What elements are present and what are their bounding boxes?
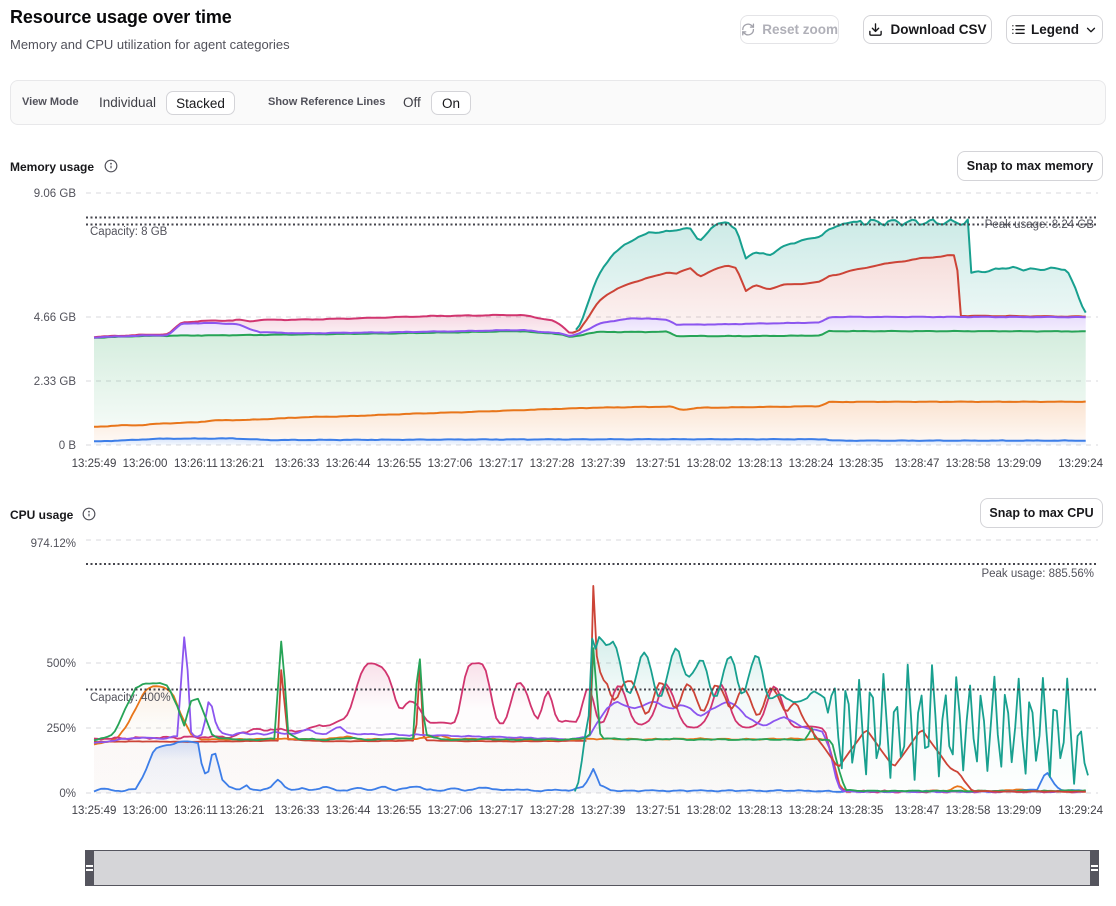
svg-text:13:29:24: 13:29:24 [1058, 805, 1103, 817]
svg-text:13:26:33: 13:26:33 [275, 805, 320, 817]
svg-text:13:29:09: 13:29:09 [997, 805, 1042, 817]
svg-text:13:27:17: 13:27:17 [479, 458, 524, 470]
svg-text:13:28:02: 13:28:02 [687, 805, 732, 817]
svg-text:0 B: 0 B [59, 440, 77, 452]
svg-text:13:28:24: 13:28:24 [789, 458, 834, 470]
svg-text:13:28:47: 13:28:47 [895, 458, 940, 470]
svg-text:13:26:55: 13:26:55 [377, 805, 422, 817]
svg-text:13:28:35: 13:28:35 [839, 458, 884, 470]
svg-text:13:27:28: 13:27:28 [530, 458, 575, 470]
svg-text:13:27:51: 13:27:51 [636, 805, 681, 817]
svg-text:13:27:06: 13:27:06 [428, 458, 473, 470]
svg-text:13:29:24: 13:29:24 [1058, 458, 1103, 470]
svg-text:0%: 0% [59, 788, 76, 800]
svg-text:Capacity: 400%: Capacity: 400% [90, 692, 171, 704]
svg-text:9.06 GB: 9.06 GB [34, 188, 77, 200]
svg-text:2.33 GB: 2.33 GB [34, 376, 77, 388]
svg-text:974.12%: 974.12% [31, 538, 76, 550]
svg-text:13:26:11: 13:26:11 [174, 805, 218, 817]
svg-text:4.66 GB: 4.66 GB [34, 312, 77, 324]
svg-text:13:28:58: 13:28:58 [946, 458, 991, 470]
svg-text:13:26:33: 13:26:33 [275, 458, 320, 470]
svg-text:13:28:24: 13:28:24 [789, 805, 834, 817]
svg-text:13:26:44: 13:26:44 [326, 805, 371, 817]
svg-text:250%: 250% [47, 723, 76, 735]
svg-text:13:27:39: 13:27:39 [581, 458, 626, 470]
svg-text:13:28:13: 13:28:13 [738, 458, 783, 470]
svg-text:13:28:47: 13:28:47 [895, 805, 940, 817]
svg-text:13:26:21: 13:26:21 [220, 458, 265, 470]
svg-text:13:26:55: 13:26:55 [377, 458, 422, 470]
svg-text:13:28:13: 13:28:13 [738, 805, 783, 817]
svg-text:13:26:21: 13:26:21 [220, 805, 265, 817]
svg-text:Peak usage: 885.56%: Peak usage: 885.56% [981, 568, 1094, 580]
svg-text:13:27:51: 13:27:51 [636, 458, 681, 470]
svg-text:13:26:00: 13:26:00 [123, 805, 168, 817]
svg-text:13:26:11: 13:26:11 [174, 458, 218, 470]
svg-text:13:28:35: 13:28:35 [839, 805, 884, 817]
svg-text:13:26:44: 13:26:44 [326, 458, 371, 470]
svg-text:500%: 500% [47, 658, 76, 670]
svg-text:Capacity: 8 GB: Capacity: 8 GB [90, 226, 168, 238]
svg-text:Peak usage: 8.24 GB: Peak usage: 8.24 GB [985, 219, 1095, 231]
svg-text:13:27:39: 13:27:39 [581, 805, 626, 817]
svg-text:13:27:28: 13:27:28 [530, 805, 575, 817]
svg-text:13:28:58: 13:28:58 [946, 805, 991, 817]
svg-text:13:28:02: 13:28:02 [687, 458, 732, 470]
svg-text:13:25:49: 13:25:49 [72, 805, 117, 817]
svg-text:13:25:49: 13:25:49 [72, 458, 117, 470]
svg-text:13:27:17: 13:27:17 [479, 805, 524, 817]
svg-text:13:26:00: 13:26:00 [123, 458, 168, 470]
svg-text:13:27:06: 13:27:06 [428, 805, 473, 817]
svg-text:13:29:09: 13:29:09 [997, 458, 1042, 470]
